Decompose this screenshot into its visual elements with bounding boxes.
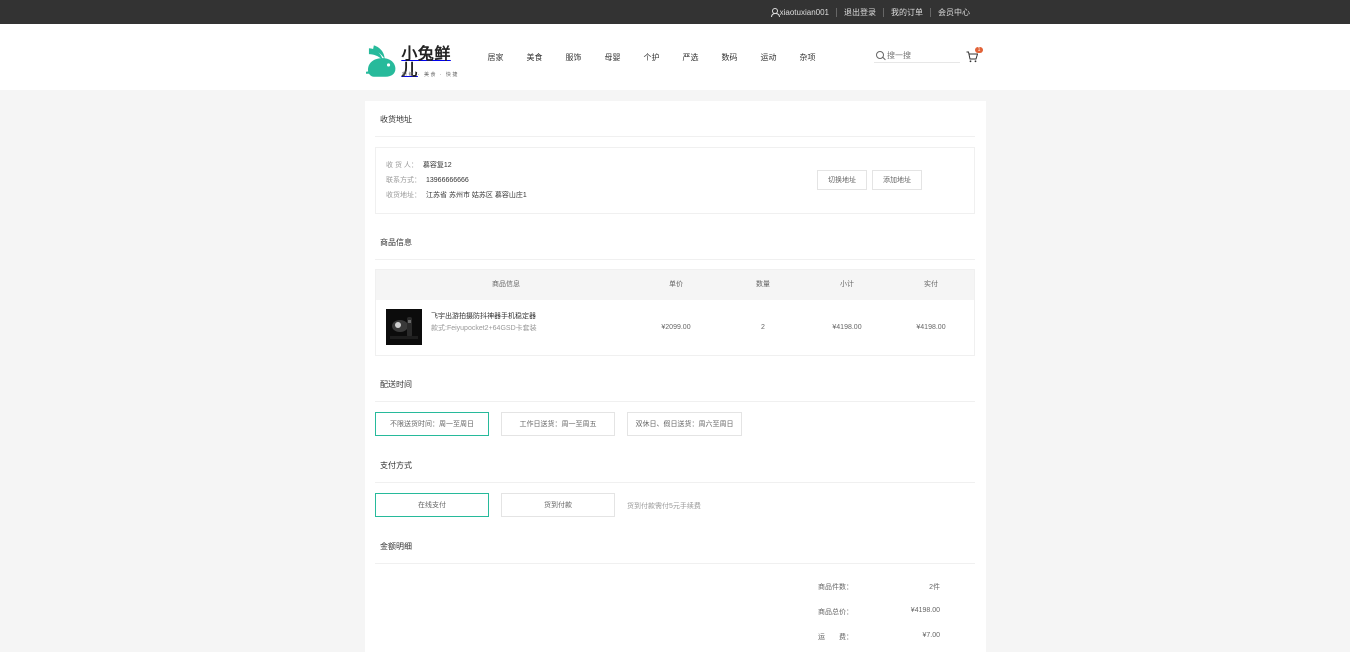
divider xyxy=(375,136,975,137)
col-quantity: 数量 xyxy=(756,281,770,288)
nav-item-selection[interactable]: 严选 xyxy=(671,52,710,63)
delivery-option-any[interactable]: 不限送货时间：周一至周日 xyxy=(375,412,489,436)
top-bar-links: xiaotuxian001 退出登录 我的订单 会员中心 xyxy=(764,0,977,24)
divider xyxy=(375,482,975,483)
cart-count-badge: 1 xyxy=(975,47,983,53)
nav-item-food[interactable]: 美食 xyxy=(515,52,554,63)
address-label: 收货地址： xyxy=(386,192,421,199)
address-line: 收货地址： 江苏省 苏州市 姑苏区 慕容山庄1 xyxy=(386,190,527,200)
logo[interactable]: 小兔鲜儿 新鲜 · 美食 · 快捷 xyxy=(366,44,466,80)
receiver-value: 慕容复12 xyxy=(422,162,452,169)
summary-label: 运 费： xyxy=(818,634,853,641)
col-paid: 实付 xyxy=(924,281,938,288)
col-goods-info: 商品信息 xyxy=(492,281,520,288)
member-center-link[interactable]: 会员中心 xyxy=(930,7,977,17)
divider xyxy=(375,563,975,564)
address-card: 收 货 人： 慕容复12 联系方式： 13966666666 收货地址： 江苏省 苏州… xyxy=(375,147,975,214)
nav-item-baby[interactable]: 母婴 xyxy=(593,52,632,63)
product-paid: ¥4198.00 xyxy=(916,324,946,331)
header: 小兔鲜儿 新鲜 · 美食 · 快捷 居家 美食 服饰 母婴 个护 严选 数码 运… xyxy=(0,24,1350,90)
delivery-option-weekdays[interactable]: 工作日送货：周一至周五 xyxy=(501,412,615,436)
payment-section-title: 支付方式 xyxy=(380,461,412,470)
phone-value: 13966666666 xyxy=(426,177,469,184)
address-value: 江苏省 苏州市 姑苏区 慕容山庄1 xyxy=(426,192,527,199)
receiver-label: 收 货 人： xyxy=(386,162,418,169)
logout-link[interactable]: 退出登录 xyxy=(836,7,883,17)
address-section-title: 收货地址 xyxy=(380,115,412,124)
goods-table: 商品信息 单价 数量 小计 实付 飞宇出游拍摄防抖神器手机稳定器 款式:Feiy… xyxy=(375,269,975,356)
switch-address-button[interactable]: 切换地址 xyxy=(817,170,867,190)
product-attributes: 款式:Feiyupocket2+64GSD卡套装 xyxy=(431,325,537,332)
product-quantity: 2 xyxy=(761,324,765,331)
checkout-panel: 收货地址 收 货 人： 慕容复12 联系方式： 13966666666 收货地址： 江… xyxy=(365,101,986,652)
rabbit-logo-icon xyxy=(366,45,396,77)
receiver-line: 收 货 人： 慕容复12 xyxy=(386,160,452,170)
user-link[interactable]: xiaotuxian001 xyxy=(764,8,836,17)
user-icon xyxy=(770,8,780,17)
search-icon[interactable] xyxy=(876,51,884,59)
col-subtotal: 小计 xyxy=(840,281,854,288)
summary-value: 2件 xyxy=(929,584,940,591)
divider xyxy=(375,259,975,260)
summary-section-title: 金额明细 xyxy=(380,542,412,551)
col-unit-price: 单价 xyxy=(669,281,683,288)
payment-option-cod[interactable]: 货到付款 xyxy=(501,493,615,517)
nav-item-care[interactable]: 个护 xyxy=(632,52,671,63)
summary-label: 商品件数： xyxy=(818,584,853,591)
nav-item-sports[interactable]: 运动 xyxy=(749,52,788,63)
payment-option-online[interactable]: 在线支付 xyxy=(375,493,489,517)
cod-fee-note: 货到付款需付5元手续费 xyxy=(627,503,701,510)
summary-row-shipping: 运 费： ¥7.00 xyxy=(818,632,940,642)
product-subtotal: ¥4198.00 xyxy=(832,324,862,331)
search-box xyxy=(874,48,960,63)
product-unit-price: ¥2099.00 xyxy=(661,324,691,331)
summary-value: ¥7.00 xyxy=(922,632,940,639)
my-orders-link[interactable]: 我的订单 xyxy=(883,7,930,17)
phone-line: 联系方式： 13966666666 xyxy=(386,175,469,185)
category-nav: 居家 美食 服饰 母婴 个护 严选 数码 运动 杂项 xyxy=(476,24,827,90)
logo-tagline: 新鲜 · 美食 · 快捷 xyxy=(402,72,459,78)
cart-button[interactable]: 1 xyxy=(966,47,983,63)
add-address-button[interactable]: 添加地址 xyxy=(872,170,922,190)
goods-section-title: 商品信息 xyxy=(380,238,412,247)
product-image[interactable] xyxy=(386,309,422,345)
nav-item-digital[interactable]: 数码 xyxy=(710,52,749,63)
nav-item-clothing[interactable]: 服饰 xyxy=(554,52,593,63)
product-name[interactable]: 飞宇出游拍摄防抖神器手机稳定器 xyxy=(431,311,536,321)
nav-item-home[interactable]: 居家 xyxy=(476,52,515,63)
search-input[interactable] xyxy=(887,50,957,60)
username: xiaotuxian001 xyxy=(779,7,829,17)
phone-label: 联系方式： xyxy=(386,177,421,184)
delivery-option-weekends[interactable]: 双休日、假日送货：周六至周日 xyxy=(627,412,742,436)
summary-label: 商品总价： xyxy=(818,609,853,616)
summary-value: ¥4198.00 xyxy=(910,607,940,614)
nav-item-misc[interactable]: 杂项 xyxy=(788,52,827,63)
top-bar: xiaotuxian001 退出登录 我的订单 会员中心 xyxy=(0,0,1350,24)
product-thumbnail xyxy=(386,309,422,345)
goods-table-header: 商品信息 单价 数量 小计 实付 xyxy=(376,270,974,300)
delivery-section-title: 配送时间 xyxy=(380,380,412,389)
summary-row-total: 商品总价： ¥4198.00 xyxy=(818,607,940,617)
summary-row-count: 商品件数： 2件 xyxy=(818,582,940,592)
divider xyxy=(375,401,975,402)
